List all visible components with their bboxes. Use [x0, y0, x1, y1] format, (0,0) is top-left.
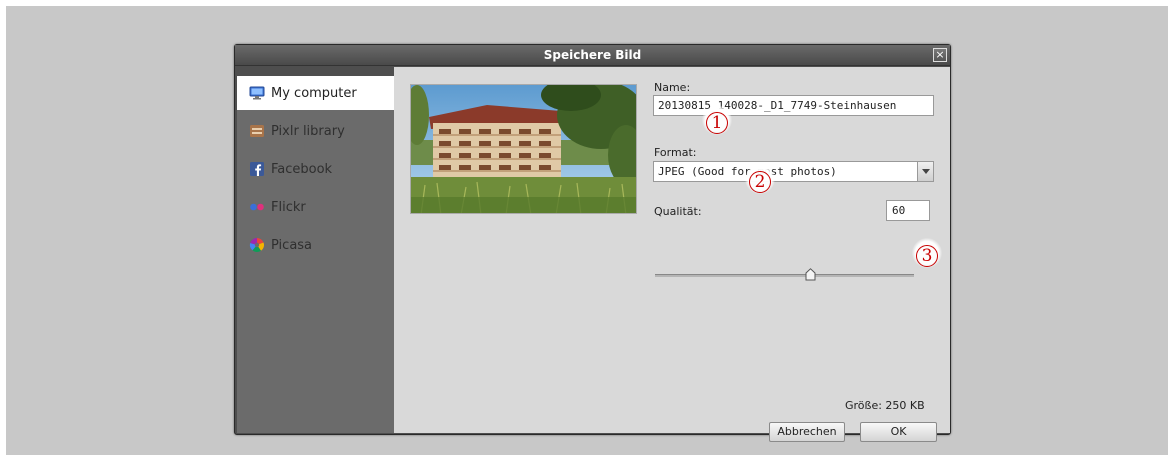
quality-slider-track[interactable] — [655, 274, 914, 277]
monitor-icon — [249, 85, 265, 101]
quality-label: Qualität: — [654, 205, 702, 218]
sidebar-item-label: Flickr — [271, 199, 306, 215]
filename-input[interactable]: 20130815_140028-_D1_7749-Steinhausen — [653, 95, 934, 116]
sidebar-item-label: Facebook — [271, 161, 333, 177]
destination-sidebar: My computer Pixlr library Facebook Flick… — [237, 76, 394, 433]
callout-number: 1 — [706, 112, 728, 134]
sidebar-item-pixlr-library[interactable]: Pixlr library — [237, 114, 394, 148]
quality-slider-thumb[interactable] — [805, 266, 816, 281]
save-options-panel: Name: 20130815_140028-_D1_7749-Steinhaus… — [394, 67, 950, 442]
callout-marker-3: 3 — [912, 238, 942, 268]
callout-number: 3 — [916, 245, 938, 267]
ok-button[interactable]: OK — [860, 422, 937, 442]
callout-marker-2: 2 — [745, 164, 775, 194]
format-select[interactable]: JPEG (Good for most photos) — [653, 161, 934, 182]
flickr-icon — [249, 199, 265, 215]
library-icon — [249, 123, 265, 139]
format-label: Format: — [654, 146, 697, 159]
file-size-text: Größe: 250 KB — [845, 399, 925, 412]
sidebar-item-label: Picasa — [271, 237, 313, 253]
sidebar-item-flickr[interactable]: Flickr — [237, 190, 394, 224]
facebook-icon — [249, 161, 265, 177]
cancel-button[interactable]: Abbrechen — [769, 422, 845, 442]
quality-input[interactable]: 60 — [886, 200, 930, 221]
name-label: Name: — [654, 81, 691, 94]
close-icon[interactable]: × — [933, 48, 947, 62]
callout-marker-1: 1 — [702, 105, 732, 135]
chevron-down-icon[interactable] — [917, 162, 933, 181]
dialog-title: Speichere Bild — [543, 48, 642, 62]
picasa-icon — [249, 237, 265, 253]
sidebar-item-my-computer[interactable]: My computer — [237, 76, 394, 110]
sidebar-item-label: My computer — [271, 85, 357, 101]
sidebar-item-picasa[interactable]: Picasa — [237, 228, 394, 262]
sidebar-item-label: Pixlr library — [271, 123, 345, 139]
image-preview — [410, 84, 637, 214]
callout-number: 2 — [749, 171, 771, 193]
save-image-dialog: Speichere Bild × My computer Pixlr libra… — [234, 44, 951, 442]
sidebar-item-facebook[interactable]: Facebook — [237, 152, 394, 186]
dialog-titlebar[interactable]: Speichere Bild × — [235, 45, 950, 66]
